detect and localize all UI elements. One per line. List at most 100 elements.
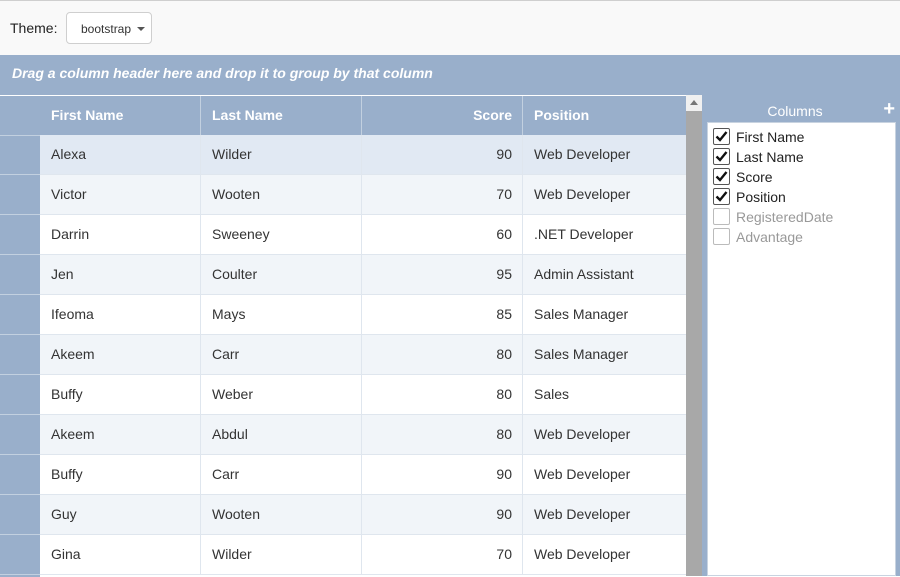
row-header-divider [0,334,40,335]
table-cell[interactable]: 80 [362,415,523,454]
row-header-divider [0,294,40,295]
row-header-divider [0,135,40,136]
table-row[interactable]: Jen Coulter 95 Admin Assistant [40,255,686,295]
table-cell[interactable]: Akeem [40,335,201,374]
checkbox-checked-icon[interactable] [713,168,730,185]
checkbox-checked-icon[interactable] [713,148,730,165]
table-row[interactable]: Alexa Wilder 90 Web Developer [40,135,686,175]
grid-rows: Alexa Wilder 90 Web Developer Victor Wooten 70… [40,135,686,575]
theme-label: Theme: [10,20,58,36]
column-chooser-item[interactable]: Score [708,167,895,187]
table-cell[interactable]: Victor [40,175,201,214]
table-row[interactable]: Buffy Carr 90 Web Developer [40,455,686,495]
table-cell[interactable]: Sweeney [201,215,362,254]
table-row[interactable]: Darrin Sweeney 60 .NET Developer [40,215,686,255]
column-chooser-item[interactable]: RegisteredDate [708,207,895,227]
table-cell[interactable]: 80 [362,335,523,374]
theme-select[interactable]: bootstrap [66,12,152,44]
table-row[interactable]: Ifeoma Mays 85 Sales Manager [40,295,686,335]
table-cell[interactable]: Web Developer [523,415,686,454]
table-cell[interactable]: Wilder [201,135,362,174]
column-chooser-item[interactable]: First Name [708,127,895,147]
column-chooser-item[interactable]: Advantage [708,227,895,247]
table-cell[interactable]: .NET Developer [523,215,686,254]
table-cell[interactable]: 70 [362,535,523,574]
table-cell[interactable]: Admin Assistant [523,255,686,294]
table-cell[interactable]: Coulter [201,255,362,294]
group-panel[interactable]: Drag a column header here and drop it to… [0,55,900,95]
row-header-divider [0,414,40,415]
row-header-divider [0,214,40,215]
vertical-scrollbar[interactable] [686,95,702,576]
table-cell[interactable]: Web Developer [523,455,686,494]
row-header-divider [0,494,40,495]
header-score[interactable]: Score [362,96,523,135]
table-row[interactable]: Akeem Abdul 80 Web Developer [40,415,686,455]
column-chooser-label: First Name [736,129,805,145]
table-cell[interactable]: Jen [40,255,201,294]
row-header-divider [0,454,40,455]
theme-toolbar: Theme: bootstrap [0,1,900,55]
row-header-divider [0,254,40,255]
header-position[interactable]: Position [523,96,686,135]
chevron-down-icon [137,27,145,31]
table-cell[interactable]: Guy [40,495,201,534]
table-cell[interactable]: Wilder [201,535,362,574]
table-row[interactable]: Victor Wooten 70 Web Developer [40,175,686,215]
checkbox-checked-icon[interactable] [713,188,730,205]
group-panel-text: Drag a column header here and drop it to… [12,65,433,81]
table-cell[interactable]: 90 [362,495,523,534]
table-cell[interactable]: 95 [362,255,523,294]
table-cell[interactable]: Buffy [40,455,201,494]
table-cell[interactable]: 90 [362,455,523,494]
table-cell[interactable]: 85 [362,295,523,334]
column-chooser-label: Position [736,189,786,205]
header-first-name[interactable]: First Name [40,96,201,135]
table-cell[interactable]: Web Developer [523,135,686,174]
table-cell[interactable]: 80 [362,375,523,414]
table-cell[interactable]: Weber [201,375,362,414]
table-cell[interactable]: Abdul [201,415,362,454]
table-cell[interactable]: Web Developer [523,495,686,534]
checkbox-unchecked-icon[interactable] [713,208,730,225]
table-cell[interactable]: Darrin [40,215,201,254]
table-cell[interactable]: Carr [201,455,362,494]
table-cell[interactable]: Alexa [40,135,201,174]
column-chooser-item[interactable]: Last Name [708,147,895,167]
table-cell[interactable]: Web Developer [523,535,686,574]
table-cell[interactable]: Akeem [40,415,201,454]
table-cell[interactable]: Buffy [40,375,201,414]
checkbox-checked-icon[interactable] [713,128,730,145]
table-row[interactable]: Akeem Carr 80 Sales Manager [40,335,686,375]
checkbox-unchecked-icon[interactable] [713,228,730,245]
data-grid: First Name Last Name Score Position Alex… [0,95,686,577]
table-row[interactable]: Buffy Weber 80 Sales [40,375,686,415]
plus-icon[interactable]: + [883,99,895,119]
table-cell[interactable]: Gina [40,535,201,574]
column-chooser-item[interactable]: Position [708,187,895,207]
table-cell[interactable]: Carr [201,335,362,374]
table-cell[interactable]: Mays [201,295,362,334]
table-cell[interactable]: Wooten [201,175,362,214]
table-cell[interactable]: Ifeoma [40,295,201,334]
column-chooser-label: Advantage [736,229,803,245]
arrow-up-icon [690,100,698,105]
table-cell[interactable]: 90 [362,135,523,174]
table-cell[interactable]: Sales Manager [523,295,686,334]
table-row[interactable]: Guy Wooten 90 Web Developer [40,495,686,535]
table-cell[interactable]: Sales Manager [523,335,686,374]
table-cell[interactable]: 70 [362,175,523,214]
row-header-column [0,96,40,577]
scroll-up-button[interactable] [686,95,702,111]
table-cell[interactable]: 60 [362,215,523,254]
table-cell[interactable]: Wooten [201,495,362,534]
header-label: Position [534,107,590,123]
column-chooser-label: RegisteredDate [736,209,834,225]
header-last-name[interactable]: Last Name [201,96,362,135]
table-cell[interactable]: Web Developer [523,175,686,214]
row-header-divider [0,534,40,535]
table-cell[interactable]: Sales [523,375,686,414]
table-row[interactable]: Gina Wilder 70 Web Developer [40,535,686,575]
header-label: Last Name [212,107,283,123]
row-header-divider [0,574,40,575]
